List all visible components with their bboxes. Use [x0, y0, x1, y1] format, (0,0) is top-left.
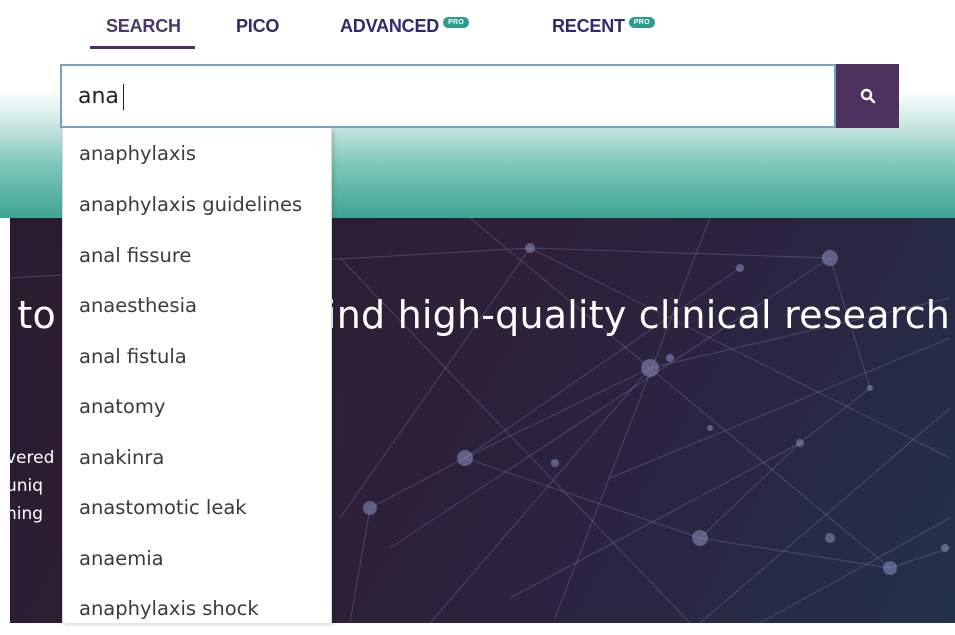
hero-title-left: t to: [10, 293, 56, 337]
suggestion-item[interactable]: anaphylaxis guidelines: [63, 180, 331, 231]
hero-text-line: ning: [10, 504, 44, 524]
suggestion-item[interactable]: anakinra: [63, 433, 331, 484]
search-box: [60, 64, 836, 128]
tab-advanced-label: ADVANCED: [340, 16, 440, 36]
suggestion-item[interactable]: anaphylaxis: [63, 128, 331, 180]
tab-search[interactable]: SEARCH: [90, 16, 195, 49]
suggestion-item[interactable]: anaemia: [63, 534, 331, 585]
hero-text-line: vered: [10, 448, 55, 468]
tab-recent-label: RECENT: [552, 16, 625, 36]
search-tabs: SEARCH PICO ADVANCED PRO RECENT PRO: [0, 0, 955, 60]
tab-advanced[interactable]: ADVANCED PRO: [340, 16, 470, 46]
search-input[interactable]: [78, 80, 798, 112]
hero-text-line: uniq: [10, 476, 44, 496]
autocomplete-dropdown: anaphylaxis anaphylaxis guidelines anal …: [62, 128, 332, 623]
text-caret: [123, 84, 124, 110]
search-icon: [860, 88, 876, 104]
suggestion-item[interactable]: anal fissure: [63, 231, 331, 282]
pro-badge: PRO: [628, 17, 655, 28]
suggestion-item[interactable]: anastomotic leak: [63, 483, 331, 534]
search-button[interactable]: [836, 64, 899, 128]
tab-search-label: SEARCH: [106, 16, 181, 36]
tab-pico[interactable]: PICO: [236, 16, 279, 46]
pro-badge: PRO: [443, 17, 470, 28]
tab-recent[interactable]: RECENT PRO: [552, 16, 655, 46]
suggestion-item[interactable]: anaesthesia: [63, 281, 331, 332]
tab-pico-label: PICO: [236, 16, 280, 36]
suggestion-item[interactable]: anal fistula: [63, 332, 331, 383]
hero-title-right: ind high-quality clinical research: [325, 293, 951, 337]
suggestion-item[interactable]: anaphylaxis shock: [63, 584, 331, 635]
suggestion-item[interactable]: anatomy: [63, 382, 331, 433]
active-tab-underline: [90, 46, 195, 49]
